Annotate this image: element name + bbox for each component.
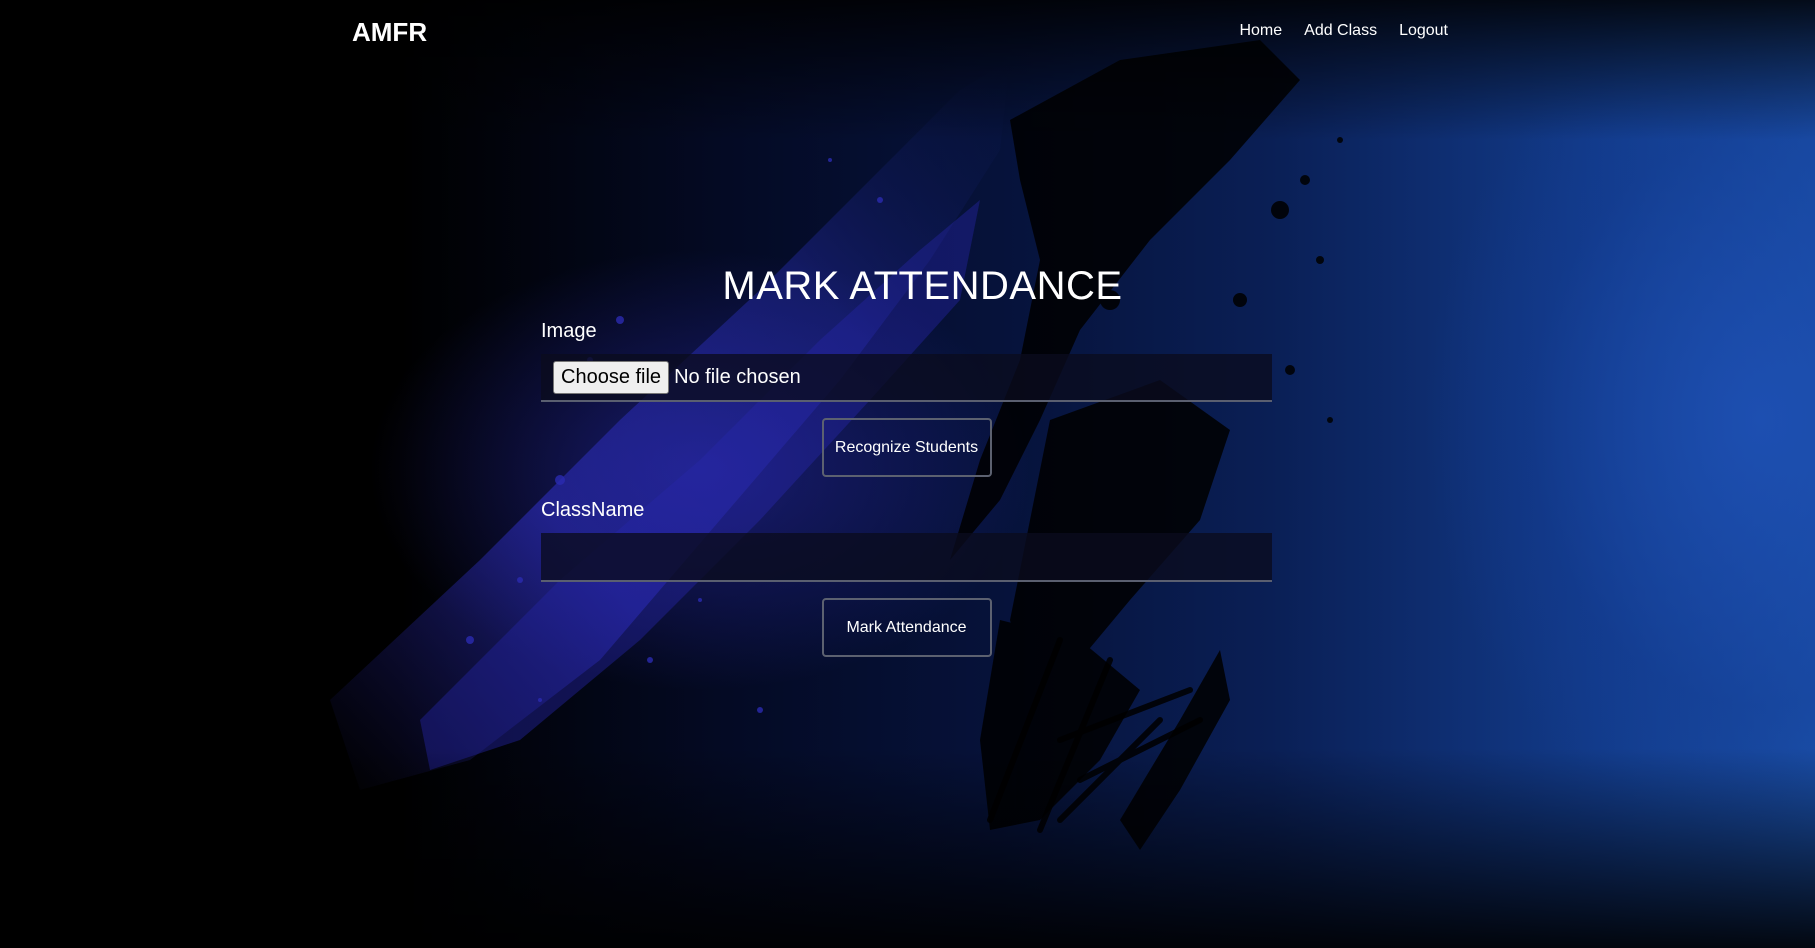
mark-attendance-form: MARK ATTENDANCE Image Choose file No fil…: [541, 258, 1272, 657]
bottom-fade: [0, 748, 1815, 948]
mark-attendance-button[interactable]: Mark Attendance: [821, 598, 992, 657]
image-file-input[interactable]: Choose file No file chosen: [541, 354, 1272, 402]
navbar: AMFR Home Add Class Logout: [0, 0, 1815, 64]
recognize-students-button[interactable]: Recognize Students: [821, 418, 992, 477]
choose-file-button[interactable]: Choose file: [553, 360, 670, 394]
nav-links: Home Add Class Logout: [1239, 20, 1448, 42]
nav-link-home[interactable]: Home: [1239, 20, 1282, 42]
image-label: Image: [541, 320, 597, 342]
classname-label: ClassName: [541, 499, 645, 521]
nav-link-logout[interactable]: Logout: [1399, 20, 1448, 42]
nav-link-add-class[interactable]: Add Class: [1304, 20, 1377, 42]
file-status-text: No file chosen: [674, 365, 801, 388]
page-title: MARK ATTENDANCE: [722, 264, 1123, 308]
classname-input[interactable]: [541, 533, 1272, 582]
brand-logo[interactable]: AMFR: [352, 16, 427, 48]
mark-button-wrap: Mark Attendance: [541, 598, 1272, 657]
recognize-button-wrap: Recognize Students: [541, 418, 1272, 477]
